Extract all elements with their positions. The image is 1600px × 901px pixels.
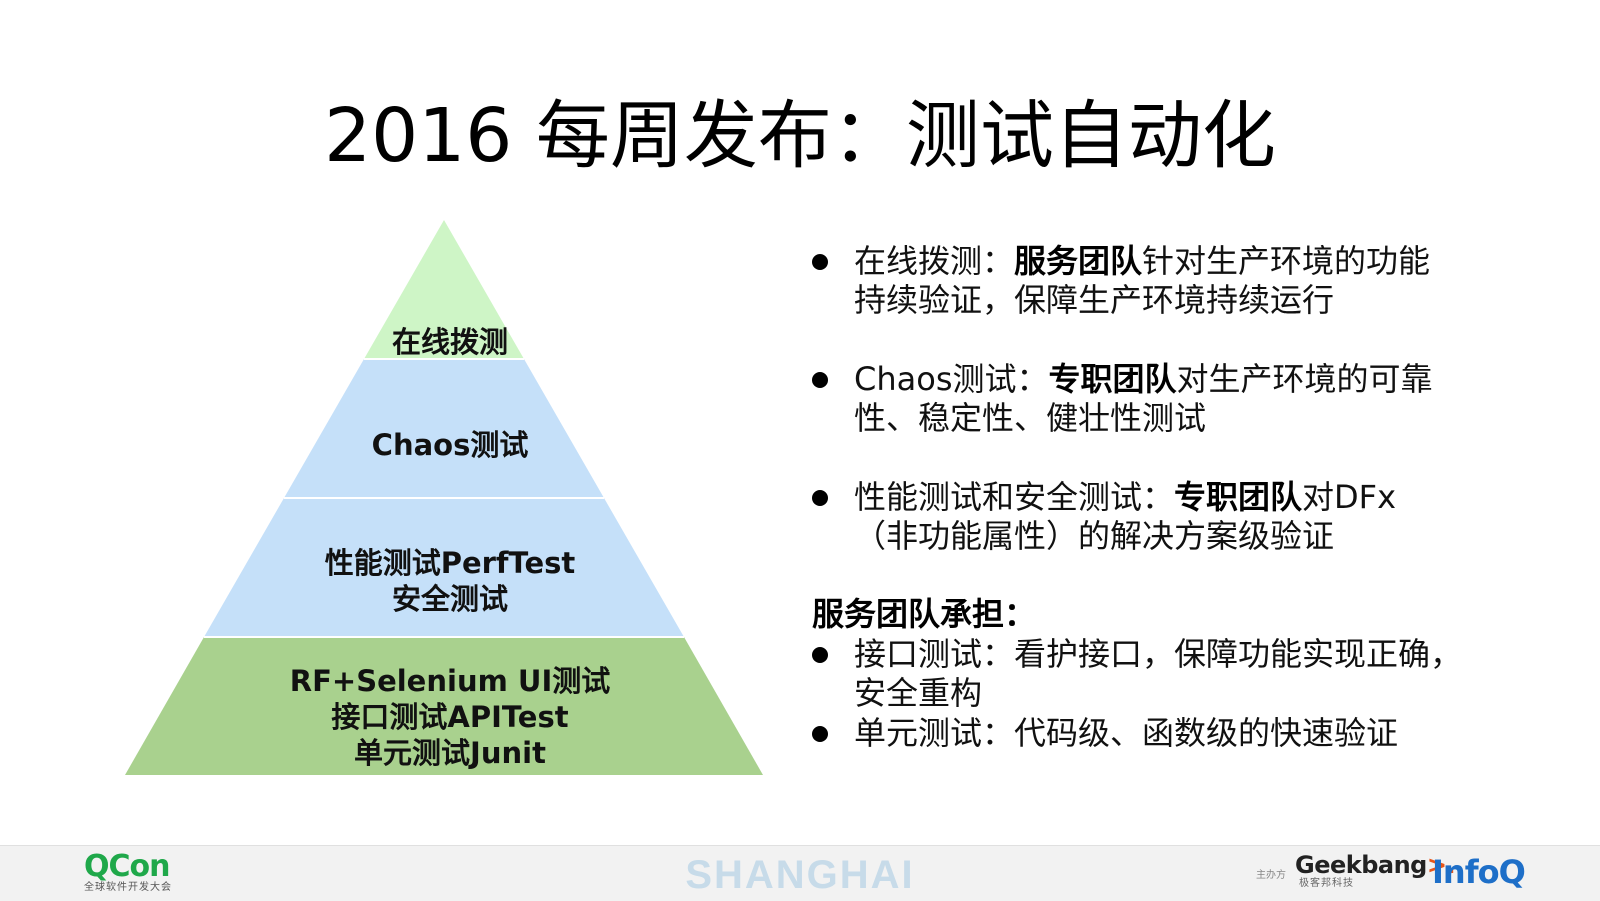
bullet-dot-icon <box>812 726 828 742</box>
sponsor-label: 主办方 <box>1256 870 1286 881</box>
pyramid-label-level-1: 在线拨测 <box>120 324 780 360</box>
footer-bar: QCon 全球软件开发大会 SHANGHAI 主办方 Geekbang>. 极客… <box>0 845 1600 901</box>
pyramid-label-line: 单元测试Junit <box>354 736 546 770</box>
geekbang-logo-text: Geekbang <box>1295 851 1427 879</box>
slide-title: 2016 每周发布：测试自动化 <box>324 93 1276 179</box>
section-heading-service-team: 服务团队承担： <box>812 595 1037 633</box>
pyramid-label-line: 在线拨测 <box>391 325 508 359</box>
pyramid-label-level-4: RF+Selenium UI测试 接口测试APITest 单元测试Junit <box>120 663 780 771</box>
pyramid-label-line: RF+Selenium UI测试 <box>289 664 611 698</box>
bullet-dot-icon <box>812 254 828 270</box>
bullet-dot-icon <box>812 372 828 388</box>
pyramid-label-level-2: Chaos测试 <box>120 427 780 463</box>
pyramid-label-level-3: 性能测试PerfTest 安全测试 <box>120 545 780 617</box>
pyramid-label-line: Chaos测试 <box>371 428 529 462</box>
pyramid-label-line: 安全测试 <box>391 582 508 616</box>
bullet-dot-icon <box>812 647 828 663</box>
pyramid-label-line: 性能测试PerfTest <box>324 546 576 580</box>
bullet-dot-icon <box>812 490 828 506</box>
pyramid-label-line: 接口测试APITest <box>331 700 569 734</box>
infoq-logo: InfoQ <box>1432 853 1526 891</box>
